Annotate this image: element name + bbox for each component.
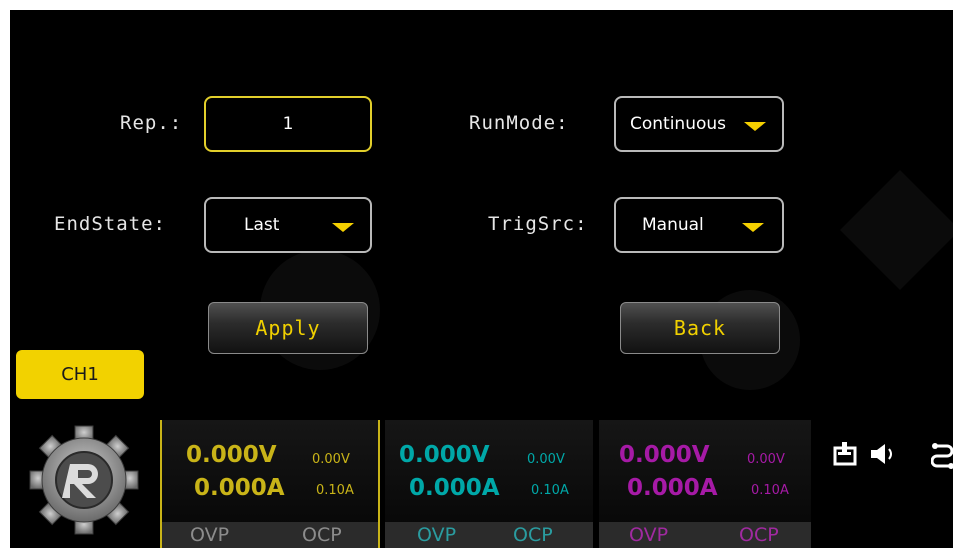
endstate-value: Last xyxy=(244,215,280,235)
usb-device-icon xyxy=(833,442,857,466)
ch2-current: 0.000A xyxy=(409,475,500,501)
endstate-dropdown[interactable]: Last xyxy=(204,197,372,253)
speaker-icon xyxy=(871,444,892,464)
rep-input[interactable]: 1 xyxy=(204,96,372,152)
ch1-ovp: OVP xyxy=(190,524,230,546)
ch3-ovp: OVP xyxy=(629,524,669,546)
ch3-voltage: 0.000V xyxy=(619,442,710,468)
ch1-current: 0.000A xyxy=(194,475,285,501)
chevron-down-icon xyxy=(742,223,764,232)
instrument-screen: Rep.: 1 RunMode: Continuous EndState: La… xyxy=(10,10,953,548)
runmode-dropdown[interactable]: Continuous xyxy=(614,96,784,152)
channel-panel-1[interactable]: 0.000V 0.00V 0.000A 0.10A OVP OCP xyxy=(160,420,380,548)
ch3-ocp: OCP xyxy=(739,524,779,546)
rep-value: 1 xyxy=(282,114,294,134)
ch1-ocp: OCP xyxy=(302,524,342,546)
channel-tab-ch1[interactable]: CH1 xyxy=(16,350,144,399)
ch1-set-current: 0.10A xyxy=(316,483,354,498)
channel-panel-3[interactable]: 0.000V 0.00V 0.000A 0.10A OVP OCP xyxy=(599,420,811,548)
ch3-set-current: 0.10A xyxy=(751,483,789,498)
runmode-value: Continuous xyxy=(630,114,727,134)
lan-icon xyxy=(931,443,953,469)
chevron-down-icon xyxy=(332,223,354,232)
runmode-label: RunMode: xyxy=(469,112,569,134)
ch1-voltage: 0.000V xyxy=(186,442,277,468)
ch2-set-current: 0.10A xyxy=(531,483,569,498)
ch2-ocp: OCP xyxy=(513,524,553,546)
trigsrc-dropdown[interactable]: Manual xyxy=(614,197,784,253)
trigsrc-label: TrigSrc: xyxy=(488,213,588,235)
ch2-ovp: OVP xyxy=(417,524,457,546)
endstate-label: EndState: xyxy=(54,213,166,235)
ch1-set-voltage: 0.00V xyxy=(312,452,350,467)
chevron-down-icon xyxy=(744,122,766,131)
apply-button[interactable]: Apply xyxy=(208,302,368,354)
rep-label: Rep.: xyxy=(120,112,183,134)
ch2-voltage: 0.000V xyxy=(399,442,490,468)
ch2-set-voltage: 0.00V xyxy=(527,452,565,467)
ch3-set-voltage: 0.00V xyxy=(747,452,785,467)
channel-panel-2[interactable]: 0.000V 0.00V 0.000A 0.10A OVP OCP xyxy=(385,420,593,548)
settings-gear-icon[interactable] xyxy=(24,420,144,540)
trigsrc-value: Manual xyxy=(642,215,704,235)
back-button[interactable]: Back xyxy=(620,302,780,354)
ch3-current: 0.000A xyxy=(627,475,718,501)
